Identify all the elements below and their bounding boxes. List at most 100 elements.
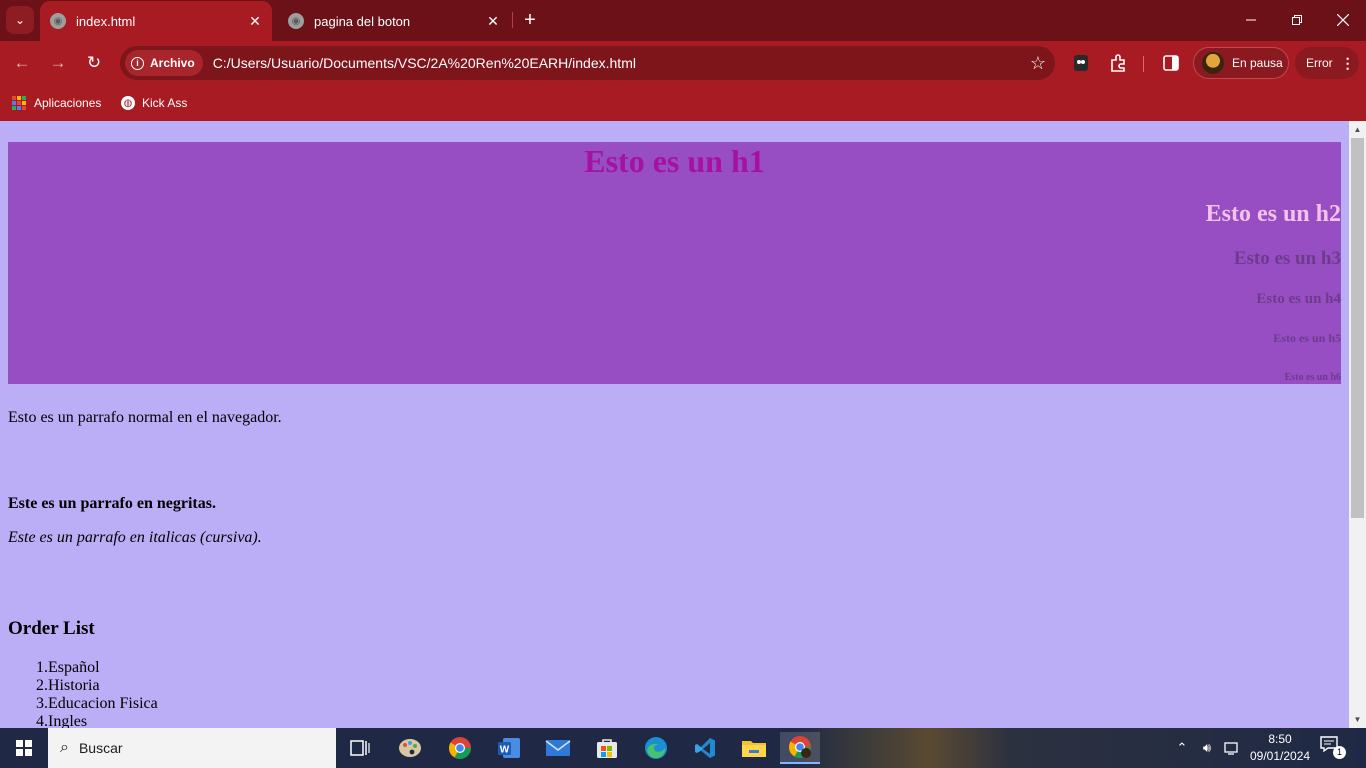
- close-window-button[interactable]: [1320, 0, 1366, 40]
- close-tab-icon[interactable]: ✕: [482, 13, 504, 30]
- paragraph-italic: Este es un parrafo en italicas (cursiva)…: [8, 529, 262, 546]
- restore-icon: [1292, 15, 1302, 25]
- heading-h1: Esto es un h1: [584, 143, 765, 179]
- edge-app-icon[interactable]: [636, 732, 676, 764]
- ghost-extension-icon: [1074, 55, 1088, 71]
- chrome-active-app-icon[interactable]: [780, 732, 820, 764]
- info-icon: i: [131, 56, 144, 70]
- profile-button[interactable]: En pausa: [1193, 47, 1289, 79]
- tab-pagina-del-boton[interactable]: ◉ pagina del boton ✕: [278, 1, 510, 41]
- search-icon: ⌕: [60, 739, 69, 756]
- search-placeholder: Buscar: [78, 740, 123, 756]
- minimize-button[interactable]: [1228, 0, 1274, 40]
- system-clock[interactable]: 8:50 09/01/2024: [1250, 731, 1310, 765]
- page-viewport: Esto es un h1 Esto es un h2 Esto es un h…: [0, 121, 1349, 728]
- list-item-number: 4.: [36, 713, 48, 728]
- tab-title: index.html: [76, 13, 136, 29]
- kebab-menu-icon: ⋮: [1340, 54, 1355, 71]
- start-button[interactable]: [0, 728, 48, 768]
- heading-h4: Esto es un h4: [1256, 291, 1341, 307]
- list-item-text: Historia: [48, 677, 100, 694]
- back-button[interactable]: ←: [8, 49, 36, 77]
- paint-app-icon[interactable]: [390, 732, 430, 764]
- mail-app-icon[interactable]: [538, 732, 578, 764]
- notification-badge: 1: [1333, 746, 1346, 759]
- network-icon[interactable]: [1220, 728, 1242, 768]
- store-app-icon[interactable]: [587, 732, 627, 764]
- minimize-icon: [1246, 19, 1256, 21]
- notifications-button[interactable]: 1: [1320, 736, 1346, 760]
- address-bar[interactable]: i Archivo C:/Users/Usuario/Documents/VSC…: [120, 46, 1055, 80]
- close-tab-icon[interactable]: ✕: [244, 13, 266, 30]
- chevron-down-icon: ⌄: [14, 13, 26, 27]
- bookmark-star-icon[interactable]: ☆: [1021, 53, 1055, 74]
- windows-logo-icon: [16, 740, 32, 756]
- globe-icon: ◉: [288, 13, 304, 29]
- forward-button[interactable]: →: [44, 49, 72, 77]
- speaker-icon[interactable]: 🔊︎: [1196, 728, 1218, 768]
- list-item-number: 2.: [36, 677, 48, 694]
- list-item: 1. Español: [8, 659, 158, 677]
- clock-time: 8:50: [1268, 732, 1292, 746]
- bookmarks-bar: Aplicaciones ◍ Kick Ass: [0, 85, 1366, 121]
- heading-h6: Esto es un h6: [1284, 372, 1341, 383]
- clock-date: 09/01/2024: [1250, 749, 1311, 763]
- scroll-down-icon[interactable]: ▼: [1349, 711, 1366, 728]
- windows-taskbar: ⌕ Buscar W ⌃ 🔊︎ 8:50 09/01/2024 1: [0, 728, 1366, 768]
- list-item-text: Español: [48, 659, 100, 676]
- site-info-label: Archivo: [150, 56, 195, 70]
- reload-icon: ↻: [86, 53, 102, 72]
- tab-strip: ⌄ ◉ index.html ✕ ◉ pagina del boton ✕ +: [0, 0, 1366, 41]
- order-list-title: Order List: [8, 618, 95, 639]
- bookmark-kick-ass[interactable]: ◍ Kick Ass: [121, 92, 187, 114]
- arrow-right-icon: →: [49, 53, 67, 72]
- heading-h5: Esto es un h5: [1273, 331, 1341, 345]
- tab-title: pagina del boton: [314, 13, 411, 29]
- side-panel-icon[interactable]: [1159, 51, 1183, 75]
- heading-h3: Esto es un h3: [1233, 248, 1341, 269]
- list-item-text: Ingles: [48, 713, 88, 728]
- extensions-puzzle-icon[interactable]: [1106, 51, 1130, 75]
- taskbar-search[interactable]: ⌕ Buscar: [48, 728, 336, 768]
- site-info-chip[interactable]: i Archivo: [125, 50, 203, 76]
- scroll-up-icon[interactable]: ▲: [1349, 121, 1366, 138]
- scroll-thumb[interactable]: [1351, 138, 1364, 518]
- list-item-text: Educacion Fisica: [48, 695, 158, 712]
- svg-text:W: W: [500, 745, 510, 756]
- tab-search-button[interactable]: ⌄: [6, 6, 34, 34]
- apps-grid-icon: [12, 96, 26, 110]
- profile-label: En pausa: [1232, 56, 1283, 70]
- restore-button[interactable]: [1274, 0, 1320, 40]
- list-item-number: 3.: [36, 695, 48, 712]
- ordered-list: 1. Español 2. Historia 3. Educacion Fisica …: [8, 659, 158, 728]
- list-item-number: 1.: [36, 659, 48, 676]
- task-view-icon[interactable]: [340, 732, 380, 764]
- error-menu-button[interactable]: Error ⋮: [1295, 47, 1359, 79]
- globe-icon: ◍: [121, 96, 135, 110]
- bookmark-label: Kick Ass: [142, 96, 188, 110]
- tab-index[interactable]: ◉ index.html ✕: [40, 1, 272, 41]
- close-icon: [1337, 14, 1349, 26]
- paragraph-bold: Este es un parrafo en negritas.: [8, 495, 216, 512]
- new-tab-button[interactable]: +: [518, 7, 542, 33]
- reload-button[interactable]: ↻: [80, 49, 108, 77]
- paragraph-normal: Esto es un parrafo normal en el navegado…: [8, 409, 282, 426]
- file-explorer-icon[interactable]: [734, 732, 774, 764]
- vscode-app-icon[interactable]: [685, 732, 725, 764]
- page-scrollbar[interactable]: ▲ ▼: [1349, 121, 1366, 728]
- toolbar-divider: [1143, 56, 1144, 72]
- bookmark-label: Aplicaciones: [34, 96, 102, 110]
- list-item: 3. Educacion Fisica: [8, 695, 158, 713]
- tab-divider: [512, 12, 513, 28]
- bookmark-aplicaciones[interactable]: Aplicaciones: [12, 92, 101, 114]
- extension-icon[interactable]: [1069, 51, 1093, 75]
- url-text[interactable]: C:/Users/Usuario/Documents/VSC/2A%20Ren%…: [213, 55, 1021, 71]
- error-label: Error: [1306, 56, 1333, 70]
- chrome-app-icon[interactable]: [440, 732, 480, 764]
- arrow-left-icon: ←: [13, 53, 31, 72]
- list-item: 4. Ingles: [8, 713, 158, 728]
- word-app-icon[interactable]: W: [489, 732, 529, 764]
- heading-h2: Esto es un h2: [1205, 201, 1341, 227]
- avatar: [1202, 52, 1224, 74]
- tray-overflow-icon[interactable]: ⌃: [1172, 728, 1192, 768]
